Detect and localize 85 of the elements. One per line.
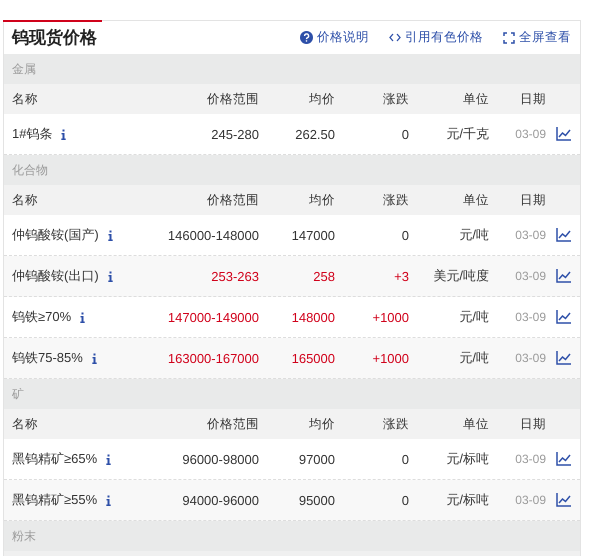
average-price: 97000 [298, 452, 335, 466]
price-range: 94000-96000 [181, 492, 259, 508]
info-icon[interactable] [108, 270, 113, 282]
date: 03-09 [514, 452, 546, 466]
price-range: 146000-148000 [166, 228, 259, 242]
column-header: 日期 [519, 416, 546, 432]
price-change: +3 [393, 268, 409, 284]
column-header: 单位 [462, 416, 489, 432]
date: 03-09 [514, 310, 546, 324]
column-header: 名称 [11, 416, 39, 432]
date: 03-09 [514, 127, 546, 141]
unit: 元/吨 [458, 226, 489, 244]
header-link[interactable]: 全屏查看 [503, 29, 571, 46]
column-header: 均价 [308, 192, 335, 208]
product-name: 黑钨精矿≥65% [12, 450, 98, 468]
unit: 元/标吨 [445, 450, 489, 468]
price-range: 96000-98000 [181, 452, 259, 466]
date: 03-09 [514, 269, 546, 283]
price-change: 0 [400, 228, 409, 242]
price-range: 147000-149000 [166, 310, 259, 324]
price-change: 0 [400, 126, 409, 142]
column-header: 价格范围 [206, 192, 259, 208]
help-icon [300, 31, 313, 44]
section-header: 化合物 [4, 155, 580, 185]
unit: 元/吨 [458, 349, 489, 367]
column-header: 价格范围 [206, 416, 259, 432]
column-header: 单位 [462, 90, 489, 108]
chart-icon[interactable] [556, 269, 570, 283]
price-range: 253-263 [210, 268, 259, 284]
price-range: 163000-167000 [166, 350, 259, 366]
product-name: 黑钨精矿≥55% [12, 491, 98, 509]
column-header: 涨跌 [382, 90, 409, 108]
average-price: 165000 [290, 350, 335, 366]
panel-title: 钨现货价格 [12, 27, 98, 49]
column-header: 日期 [519, 192, 546, 208]
chart-icon[interactable] [556, 310, 570, 324]
info-icon[interactable] [106, 494, 112, 506]
column-header: 名称 [11, 90, 39, 108]
column-header: 名称 [11, 192, 39, 208]
unit: 美元/吨度 [432, 267, 489, 285]
unit: 元/吨 [458, 308, 489, 326]
average-price: 147000 [290, 228, 335, 242]
header-link[interactable]: 价格说明 [300, 29, 369, 46]
average-price: 95000 [298, 492, 335, 508]
date: 03-09 [514, 228, 546, 242]
chart-icon[interactable] [556, 228, 570, 242]
header-link[interactable]: 引用有色价格 [389, 29, 483, 46]
date: 03-09 [514, 493, 546, 507]
chart-icon[interactable] [556, 493, 570, 507]
product-name: 钨铁≥70% [12, 308, 72, 326]
column-header: 涨跌 [382, 416, 409, 432]
product-name: 仲钨酸铵(国产) [12, 226, 99, 244]
price-change: +1000 [371, 310, 409, 324]
chart-icon[interactable] [556, 452, 570, 466]
average-price: 148000 [290, 310, 335, 324]
section-header: 矿 [4, 379, 580, 409]
section-header: 金属 [4, 54, 580, 84]
code-icon [389, 33, 401, 42]
price-change: +1000 [371, 350, 409, 366]
section-header: 粉末 [4, 521, 580, 551]
product-name: 1#钨条 [12, 125, 52, 143]
price-range: 245-280 [210, 126, 259, 142]
column-header: 日期 [519, 90, 546, 108]
date: 03-09 [514, 351, 546, 365]
info-icon[interactable] [61, 128, 66, 140]
average-price: 262.50 [294, 126, 335, 142]
fullscreen-icon [503, 32, 515, 44]
column-header: 单位 [462, 192, 489, 208]
column-header: 均价 [308, 416, 335, 432]
product-name: 仲钨酸铵(出口) [12, 267, 99, 285]
info-icon[interactable] [92, 352, 97, 364]
chart-icon[interactable] [556, 351, 570, 365]
price-change: 0 [400, 492, 409, 508]
average-price: 258 [312, 268, 335, 284]
info-icon[interactable] [108, 230, 113, 240]
column-header: 涨跌 [382, 192, 409, 208]
info-icon[interactable] [106, 454, 112, 464]
unit: 元/标吨 [445, 491, 489, 509]
price-change: 0 [400, 452, 409, 466]
product-name: 钨铁75-85% [12, 349, 83, 367]
column-header: 均价 [308, 90, 335, 108]
info-icon[interactable] [80, 312, 86, 322]
column-header: 价格范围 [206, 90, 259, 108]
unit: 元/千克 [445, 125, 489, 143]
chart-icon[interactable] [556, 127, 570, 141]
